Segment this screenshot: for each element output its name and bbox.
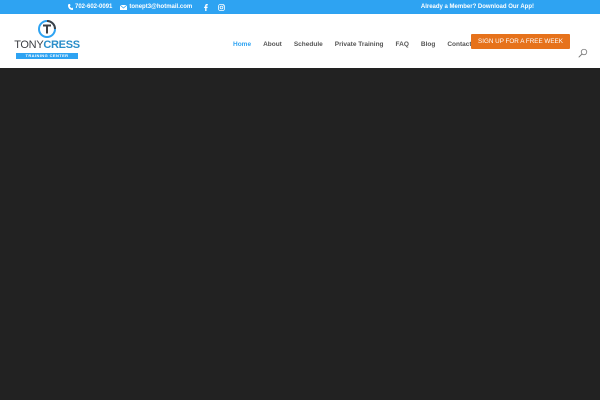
logo-wordmark: TONYCRESS: [14, 39, 80, 51]
nav-item-about[interactable]: About: [263, 41, 282, 48]
nav-item-contact[interactable]: Contact: [447, 41, 471, 48]
search-icon[interactable]: [578, 48, 588, 58]
top-bar: 702-602-0091 tonept3@hotmail.com Already…: [0, 0, 600, 14]
nav-item-blog[interactable]: Blog: [421, 41, 435, 48]
phone-icon: [68, 4, 73, 10]
download-app-link[interactable]: Already a Member? Download Our App!: [421, 0, 534, 14]
top-bar-contact: 702-602-0091 tonept3@hotmail.com: [68, 0, 226, 14]
instagram-link[interactable]: [218, 3, 226, 11]
site-logo[interactable]: TONYCRESS TRAINING CENTER: [14, 20, 80, 64]
logo-tagline: TRAINING CENTER: [16, 53, 78, 59]
nav-item-faq[interactable]: FAQ: [396, 41, 409, 48]
logo-word-cress: CRESS: [43, 39, 80, 51]
free-week-signup-button[interactable]: SIGN UP FOR A FREE WEEK: [471, 34, 570, 49]
facebook-icon: [204, 3, 209, 11]
instagram-icon: [218, 3, 226, 11]
nav-item-home[interactable]: Home: [233, 41, 251, 48]
logo-word-tony: TONY: [14, 39, 44, 51]
phone-link[interactable]: 702-602-0091: [68, 4, 112, 10]
email-address: tonept3@hotmail.com: [129, 4, 193, 10]
phone-number: 702-602-0091: [75, 4, 113, 10]
envelope-icon: [120, 4, 128, 10]
email-link[interactable]: tonept3@hotmail.com: [120, 4, 192, 10]
nav-item-private-training[interactable]: Private Training: [335, 41, 384, 48]
main-nav: Home About Schedule Private Training FAQ…: [233, 41, 472, 48]
hero-section: [0, 68, 600, 400]
main-header: TONYCRESS TRAINING CENTER Home About Sch…: [0, 14, 600, 68]
facebook-link[interactable]: [204, 3, 209, 11]
nav-item-schedule[interactable]: Schedule: [294, 41, 323, 48]
logo-mark-icon: [38, 20, 56, 38]
